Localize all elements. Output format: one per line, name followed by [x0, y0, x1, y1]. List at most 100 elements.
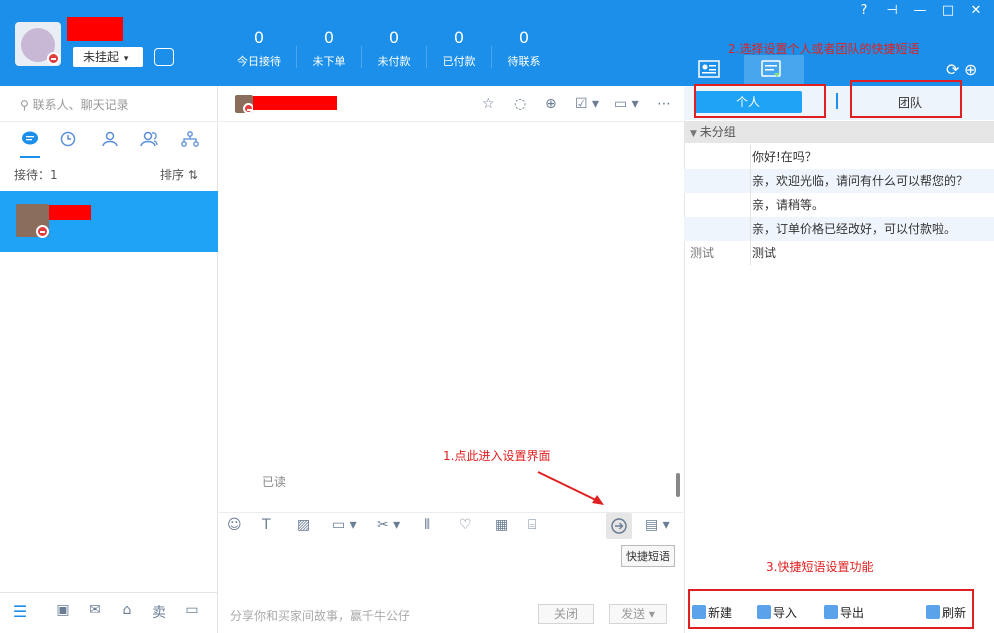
- new-icon: [692, 605, 706, 619]
- pin-icon[interactable]: ⊣: [882, 3, 902, 18]
- task-icon[interactable]: ☑ ▾: [575, 96, 599, 112]
- new-phrase-button[interactable]: 新建: [692, 604, 732, 621]
- send-button[interactable]: 发送 ▾: [609, 604, 667, 624]
- emoji-icon[interactable]: ☺: [227, 517, 242, 533]
- user-avatar[interactable]: [15, 22, 61, 66]
- stat-label: 今日接待: [237, 55, 281, 68]
- phrase-text: 亲，欢迎光临，请问有什么可以帮您的？: [752, 174, 969, 188]
- window-icon[interactable]: ▭: [182, 602, 202, 618]
- store-icon[interactable]: ⌂: [117, 602, 137, 618]
- phrase-group-header[interactable]: ▼ 未分组: [684, 121, 994, 143]
- font-icon[interactable]: T: [262, 517, 271, 533]
- vibrate-icon[interactable]: ⦀: [424, 517, 430, 533]
- heart-icon[interactable]: ♡: [459, 517, 472, 533]
- stat-pending-contact[interactable]: 0 待联系: [493, 28, 555, 71]
- chevron-down-icon: ▾: [121, 54, 129, 64]
- import-button[interactable]: 导入: [757, 604, 797, 621]
- read-status: 已读: [262, 475, 287, 489]
- annotation-arrow: [537, 471, 604, 505]
- coupon-icon[interactable]: ⌸: [528, 517, 536, 533]
- message-input[interactable]: 分享你和买家间故事，赢千牛公仔: [230, 607, 410, 624]
- calculator-icon[interactable]: ▦: [495, 517, 508, 533]
- chat-scrollbar[interactable]: [676, 473, 680, 497]
- redacted-chat-name: [253, 96, 337, 110]
- image-icon[interactable]: ▨: [297, 517, 310, 533]
- search-placeholder: 联系人、聊天记录: [32, 98, 129, 112]
- contact-card-tab[interactable]: [694, 55, 724, 83]
- add-contact-icon[interactable]: ⊕: [545, 96, 557, 112]
- stat-label: 未下单: [312, 55, 346, 68]
- status-dropdown[interactable]: 未挂起 ▾: [73, 47, 143, 67]
- search-input[interactable]: ⚲ 联系人、聊天记录: [0, 86, 218, 122]
- phrase-key: 测试: [690, 246, 715, 260]
- reception-count: 接待：1: [14, 168, 58, 182]
- export-icon: [824, 605, 838, 619]
- video-icon[interactable]: ▭ ▾: [614, 96, 639, 112]
- group-icon[interactable]: [140, 131, 160, 149]
- menu-icon[interactable]: ☰: [10, 602, 30, 621]
- active-tab-indicator: [20, 156, 40, 158]
- phrase-text: 你好!在吗？: [752, 150, 817, 164]
- stat-unpaid[interactable]: 0 未付款: [363, 28, 425, 71]
- phrase-text: 亲，订单价格已经改好，可以付款啦。: [752, 222, 957, 236]
- tab-chats[interactable]: [20, 131, 40, 149]
- help-icon[interactable]: ?: [854, 3, 874, 18]
- annotation-box-personal: [694, 84, 826, 118]
- redacted-contact-name: [49, 205, 91, 220]
- mail-icon[interactable]: ✉: [85, 602, 105, 618]
- caret-down-icon: ▼: [690, 129, 700, 139]
- minimize-icon[interactable]: —: [910, 3, 930, 18]
- stat-label: 已付款: [442, 55, 476, 68]
- favorite-contact-icon[interactable]: ☆: [482, 96, 495, 112]
- phrase-row[interactable]: 你好!在吗？: [684, 145, 994, 169]
- stat-value: 0: [253, 28, 265, 47]
- sort-button[interactable]: 排序 ⇅: [160, 166, 198, 183]
- contact-avatar: [16, 204, 49, 238]
- redacted-username: [67, 17, 123, 41]
- phrase-row[interactable]: 测试 测试: [684, 241, 994, 265]
- phrase-row[interactable]: 亲，请稍等。: [684, 193, 994, 217]
- refresh-phrases-button[interactable]: 刷新: [926, 604, 966, 621]
- stat-value: 0: [323, 28, 335, 47]
- phrase-row[interactable]: 亲，欢迎光临，请问有什么可以帮您的？: [684, 169, 994, 193]
- phrase-row[interactable]: 亲，订单价格已经改好，可以付款啦。: [684, 217, 994, 241]
- stat-value: 0: [453, 28, 465, 47]
- stat-paid[interactable]: 0 已付款: [428, 28, 490, 71]
- contact-icon[interactable]: [100, 131, 120, 149]
- search-icon: ⚲: [20, 98, 33, 112]
- close-icon[interactable]: ✕: [966, 3, 986, 18]
- refresh-icon[interactable]: ⟳: [946, 60, 959, 79]
- quick-phrase-tooltip: 快捷短语: [621, 545, 675, 567]
- robot-icon[interactable]: [154, 48, 174, 66]
- quick-phrase-tab[interactable]: [744, 55, 804, 86]
- import-label: 导入: [773, 606, 798, 620]
- export-button[interactable]: 导出: [824, 604, 864, 621]
- stat-value: 0: [388, 28, 400, 47]
- group-name: 未分组: [699, 125, 736, 139]
- stat-unordered[interactable]: 0 未下单: [298, 28, 360, 71]
- clock-icon[interactable]: [58, 131, 78, 149]
- refresh-icon: [926, 605, 940, 619]
- stat-today[interactable]: 0 今日接待: [228, 28, 290, 71]
- history-icon[interactable]: ▤ ▾: [645, 517, 670, 533]
- annotation-box-team: [850, 80, 962, 118]
- more-icon[interactable]: ⋯: [657, 96, 671, 112]
- scissors-icon[interactable]: ✂ ▾: [377, 517, 400, 533]
- maximize-icon[interactable]: □: [938, 3, 958, 18]
- add-circle-icon[interactable]: ⊕: [964, 60, 977, 79]
- quick-phrase-button[interactable]: [606, 513, 632, 539]
- app-icon[interactable]: ▣: [53, 602, 73, 618]
- window-controls: ? ⊣ — □ ✕: [846, 3, 986, 21]
- close-button[interactable]: 关闭: [538, 604, 594, 624]
- org-chart-icon[interactable]: [180, 131, 200, 149]
- new-label: 新建: [708, 606, 733, 620]
- import-icon: [757, 605, 771, 619]
- folder-icon[interactable]: ▭ ▾: [332, 517, 357, 533]
- chat-bubble-icon[interactable]: ◌: [514, 96, 526, 112]
- chat-contact-avatar: [235, 95, 254, 114]
- phrase-text: 测试: [752, 246, 777, 260]
- status-label: 未挂起: [83, 50, 120, 64]
- sell-icon[interactable]: 卖: [149, 602, 169, 622]
- tab-divider: [836, 93, 838, 109]
- stat-label: 未付款: [377, 55, 411, 68]
